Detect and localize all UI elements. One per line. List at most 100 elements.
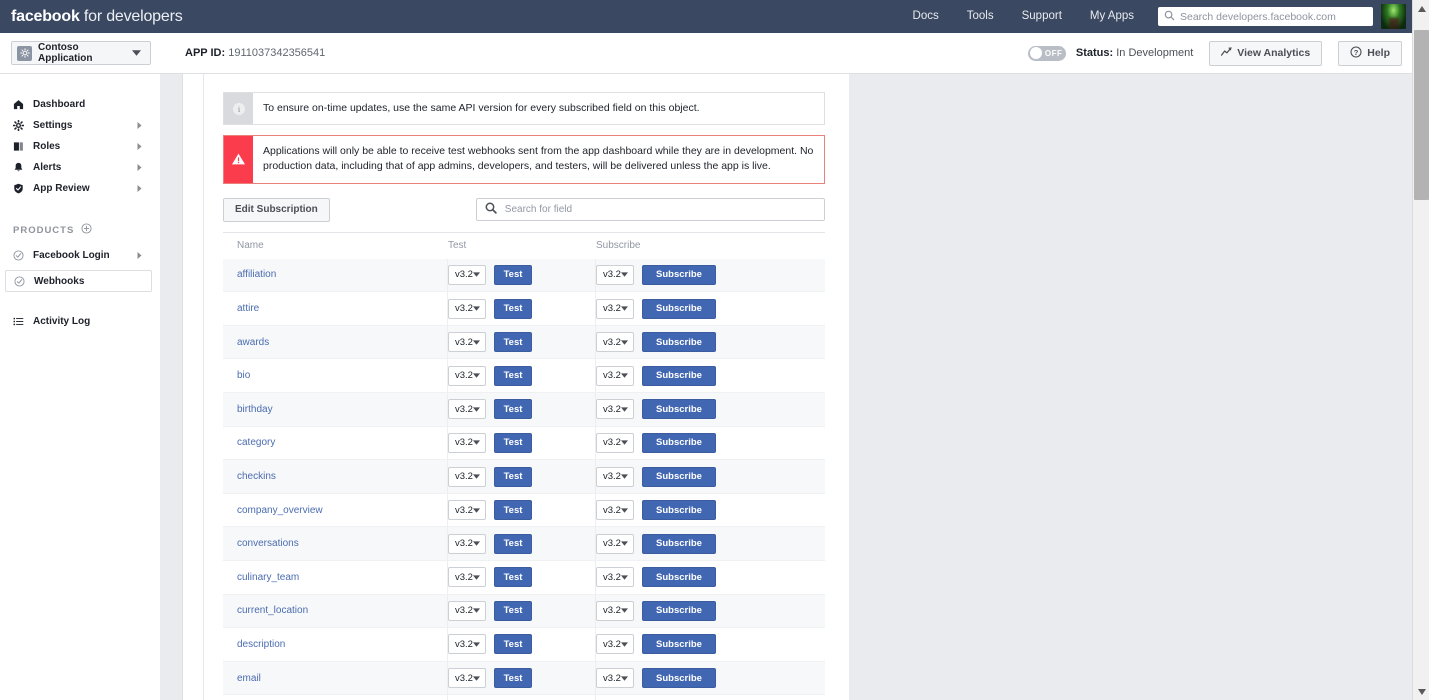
test-cell: v3.2Test [448, 695, 596, 700]
sidebar-item-dashboard[interactable]: Dashboard [0, 94, 160, 115]
subscribe-button[interactable]: Subscribe [642, 668, 716, 689]
subscribe-button[interactable]: Subscribe [642, 634, 716, 655]
app-selector-dropdown[interactable]: Contoso Application [11, 41, 151, 65]
subscribe-button[interactable]: Subscribe [642, 432, 716, 453]
field-name-cell[interactable]: feed [223, 695, 448, 700]
subscribe-button[interactable]: Subscribe [642, 500, 716, 521]
field-name-cell[interactable]: birthday [223, 393, 448, 426]
add-product-icon[interactable] [81, 221, 92, 239]
field-name-cell[interactable]: culinary_team [223, 561, 448, 594]
subscribe-version-select[interactable]: v3.2 [596, 634, 634, 655]
nav-link-docs[interactable]: Docs [899, 0, 953, 33]
facebook-for-developers-logo[interactable]: facebook for developers [11, 8, 183, 26]
test-version-select[interactable]: v3.2 [448, 466, 486, 487]
app-live-toggle[interactable]: OFF [1027, 45, 1066, 61]
field-name-cell[interactable]: bio [223, 359, 448, 393]
field-name-cell[interactable]: awards [223, 325, 448, 359]
test-version-select[interactable]: v3.2 [448, 365, 486, 386]
test-version-select[interactable]: v3.2 [448, 399, 486, 420]
subscribe-button[interactable]: Subscribe [642, 567, 716, 588]
subscribe-button[interactable]: Subscribe [642, 332, 716, 353]
subscribe-version-select[interactable]: v3.2 [596, 500, 634, 521]
test-version-select[interactable]: v3.2 [448, 567, 486, 588]
test-button[interactable]: Test [494, 600, 532, 621]
subscribe-button[interactable]: Subscribe [642, 399, 716, 420]
global-search-input[interactable] [1180, 8, 1360, 25]
test-button[interactable]: Test [494, 365, 532, 386]
field-name-cell[interactable]: category [223, 426, 448, 460]
test-button[interactable]: Test [494, 500, 532, 521]
test-button[interactable]: Test [494, 567, 532, 588]
test-button[interactable]: Test [494, 466, 532, 487]
test-version-select[interactable]: v3.2 [448, 264, 486, 285]
scroll-up-arrow-icon[interactable] [1413, 0, 1429, 17]
subscribe-version-select[interactable]: v3.2 [596, 432, 634, 453]
field-name-cell[interactable]: conversations [223, 527, 448, 560]
edit-subscription-button[interactable]: Edit Subscription [223, 197, 330, 222]
test-button[interactable]: Test [494, 533, 532, 554]
subscribe-version-select[interactable]: v3.2 [596, 600, 634, 621]
subscribe-version-select[interactable]: v3.2 [596, 567, 634, 588]
test-button[interactable]: Test [494, 264, 532, 285]
nav-link-tools[interactable]: Tools [953, 0, 1008, 33]
sidebar-item-activity-log[interactable]: Activity Log [0, 311, 160, 332]
test-version-select[interactable]: v3.2 [448, 634, 486, 655]
test-cell: v3.2 Test [448, 460, 596, 493]
subscribe-version-value: v3.2 [603, 370, 621, 382]
subscribe-button[interactable]: Subscribe [642, 298, 716, 319]
sidebar-item-app-review[interactable]: App Review [0, 178, 160, 199]
subscribe-version-select[interactable]: v3.2 [596, 365, 634, 386]
field-search-input[interactable] [504, 204, 818, 216]
field-name-cell[interactable]: email [223, 661, 448, 695]
test-version-select[interactable]: v3.2 [448, 432, 486, 453]
field-name-cell[interactable]: current_location [223, 594, 448, 628]
test-button[interactable]: Test [494, 399, 532, 420]
test-version-select[interactable]: v3.2 [448, 298, 486, 319]
subscribe-version-select[interactable]: v3.2 [596, 533, 634, 554]
field-name-cell[interactable]: checkins [223, 460, 448, 493]
test-button[interactable]: Test [494, 332, 532, 353]
scrollbar-thumb[interactable] [1414, 30, 1429, 200]
subscribe-version-select[interactable]: v3.2 [596, 399, 634, 420]
subscribe-version-select[interactable]: v3.2 [596, 668, 634, 689]
sidebar-item-alerts[interactable]: Alerts [0, 157, 160, 178]
subscribe-version-select[interactable]: v3.2 [596, 332, 634, 353]
test-version-select[interactable]: v3.2 [448, 668, 486, 689]
subscribe-version-select[interactable]: v3.2 [596, 298, 634, 319]
subscribe-button[interactable]: Subscribe [642, 365, 716, 386]
help-button[interactable]: ? Help [1338, 40, 1402, 66]
sidebar-item-facebook-login[interactable]: Facebook Login [0, 245, 160, 266]
test-version-select[interactable]: v3.2 [448, 500, 486, 521]
sidebar-item-settings[interactable]: Settings [0, 115, 160, 136]
test-button[interactable]: Test [494, 634, 532, 655]
test-version-select[interactable]: v3.2 [448, 533, 486, 554]
global-search-box[interactable] [1158, 7, 1373, 26]
test-version-select[interactable]: v3.2 [448, 600, 486, 621]
page-vertical-scrollbar[interactable] [1412, 0, 1429, 700]
chevron-right-icon [137, 162, 142, 174]
sidebar-item-webhooks[interactable]: Webhooks [5, 270, 152, 292]
field-name-cell[interactable]: affiliation [223, 258, 448, 292]
test-button[interactable]: Test [494, 668, 532, 689]
avatar[interactable] [1381, 4, 1406, 29]
test-button[interactable]: Test [494, 432, 532, 453]
subscribe-button[interactable]: Subscribe [642, 533, 716, 554]
nav-link-support[interactable]: Support [1008, 0, 1076, 33]
subscribe-button[interactable]: Subscribe [642, 466, 716, 487]
subscribe-button[interactable]: Subscribe [642, 600, 716, 621]
subscribe-version-select[interactable]: v3.2 [596, 264, 634, 285]
field-name-cell[interactable]: attire [223, 292, 448, 325]
field-name-cell[interactable]: company_overview [223, 493, 448, 527]
view-analytics-button[interactable]: View Analytics [1209, 40, 1323, 66]
warning-banner: Applications will only be able to receiv… [223, 135, 825, 184]
sidebar-item-roles[interactable]: Roles [0, 136, 160, 157]
test-button[interactable]: Test [494, 298, 532, 319]
field-name-cell[interactable]: description [223, 628, 448, 661]
subscribe-version-value: v3.2 [603, 403, 621, 415]
subscribe-button[interactable]: Subscribe [642, 264, 716, 285]
scroll-down-arrow-icon[interactable] [1413, 683, 1429, 700]
subscribe-version-select[interactable]: v3.2 [596, 466, 634, 487]
field-search-box[interactable] [475, 198, 825, 222]
nav-link-my-apps[interactable]: My Apps [1076, 0, 1148, 33]
test-version-select[interactable]: v3.2 [448, 332, 486, 353]
